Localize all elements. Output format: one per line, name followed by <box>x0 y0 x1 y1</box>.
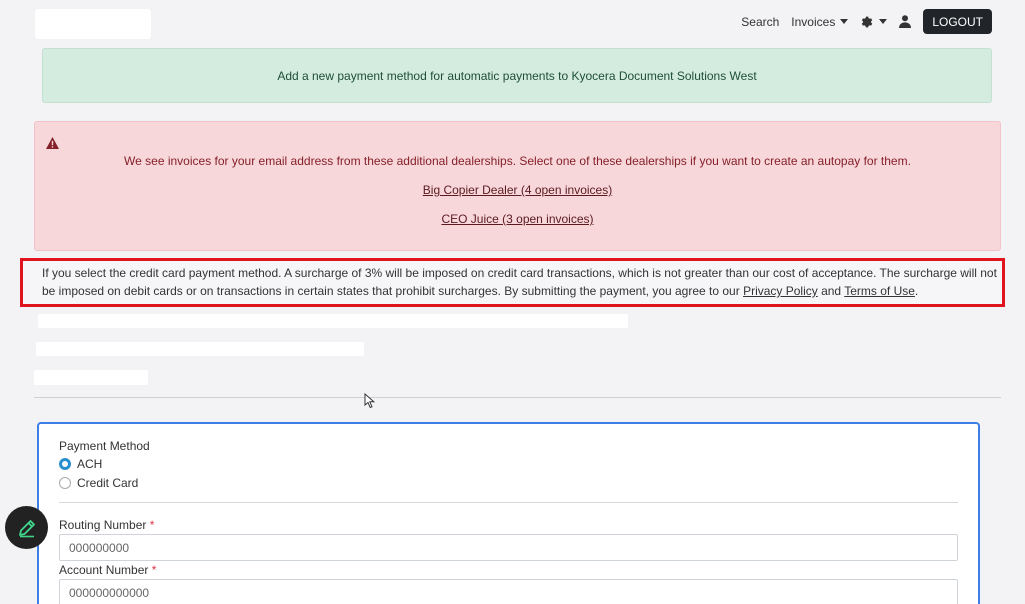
logout-button[interactable]: LOGOUT <box>923 9 992 34</box>
required-mark: * <box>151 563 157 577</box>
redacted-text-line <box>34 370 148 385</box>
chevron-down-icon <box>840 19 849 24</box>
edit-fab-button[interactable] <box>5 506 48 549</box>
account-number-input[interactable] <box>59 579 958 604</box>
payment-method-label: Payment Method <box>59 439 150 453</box>
settings-dropdown[interactable] <box>860 15 888 29</box>
dealerships-alert: We see invoices for your email address f… <box>34 121 1001 251</box>
radio-ach[interactable] <box>59 458 71 470</box>
dealerships-alert-message: We see invoices for your email address f… <box>124 154 911 168</box>
autopay-info-message: Add a new payment method for automatic p… <box>277 68 757 83</box>
mouse-cursor-icon <box>364 393 376 409</box>
nav-invoices-label: Invoices <box>791 14 836 29</box>
radio-ach-label: ACH <box>77 457 103 471</box>
routing-number-label: Routing Number * <box>59 518 154 532</box>
user-account-link[interactable] <box>899 15 912 28</box>
nav-search-link[interactable]: Search <box>741 15 779 29</box>
radio-credit-card-label: Credit Card <box>77 476 139 490</box>
form-divider <box>59 502 958 503</box>
payment-method-option-ach[interactable]: ACH <box>59 457 102 471</box>
terms-of-use-link[interactable]: Terms of Use <box>844 284 915 298</box>
privacy-policy-link[interactable]: Privacy Policy <box>743 284 818 298</box>
redacted-text-line <box>36 342 364 356</box>
surcharge-notice: If you select the credit card payment me… <box>20 258 1005 307</box>
dealer-link-row: Big Copier Dealer (4 open invoices) <box>35 183 1000 197</box>
dealer-link-big-copier[interactable]: Big Copier Dealer (4 open invoices) <box>423 183 612 197</box>
top-nav: Search Invoices LOGOUT <box>741 9 992 34</box>
required-mark: * <box>149 518 155 532</box>
radio-credit-card[interactable] <box>59 477 71 489</box>
autopay-info-alert: Add a new payment method for automatic p… <box>42 48 992 103</box>
logo-placeholder <box>35 9 151 39</box>
routing-number-label-text: Routing Number <box>59 518 147 532</box>
warning-triangle-icon <box>46 137 59 149</box>
gear-icon <box>862 16 873 27</box>
chevron-down-icon <box>879 19 888 24</box>
nav-invoices-dropdown[interactable]: Invoices <box>791 14 849 29</box>
payment-method-option-credit-card[interactable]: Credit Card <box>59 476 138 490</box>
redacted-text-line <box>38 314 628 328</box>
dealer-link-ceo-juice[interactable]: CEO Juice (3 open invoices) <box>441 212 593 226</box>
section-divider <box>34 397 1001 398</box>
surcharge-period: . <box>914 284 919 298</box>
routing-number-input[interactable] <box>59 534 958 561</box>
user-icon <box>899 15 912 28</box>
dealer-link-row: CEO Juice (3 open invoices) <box>35 212 1000 226</box>
pencil-icon <box>18 519 35 537</box>
payment-method-form: Payment Method ACH Credit Card Routing N… <box>37 422 980 604</box>
account-number-label-text: Account Number <box>59 563 149 577</box>
account-number-label: Account Number * <box>59 563 156 577</box>
surcharge-and-text: and <box>817 284 845 298</box>
